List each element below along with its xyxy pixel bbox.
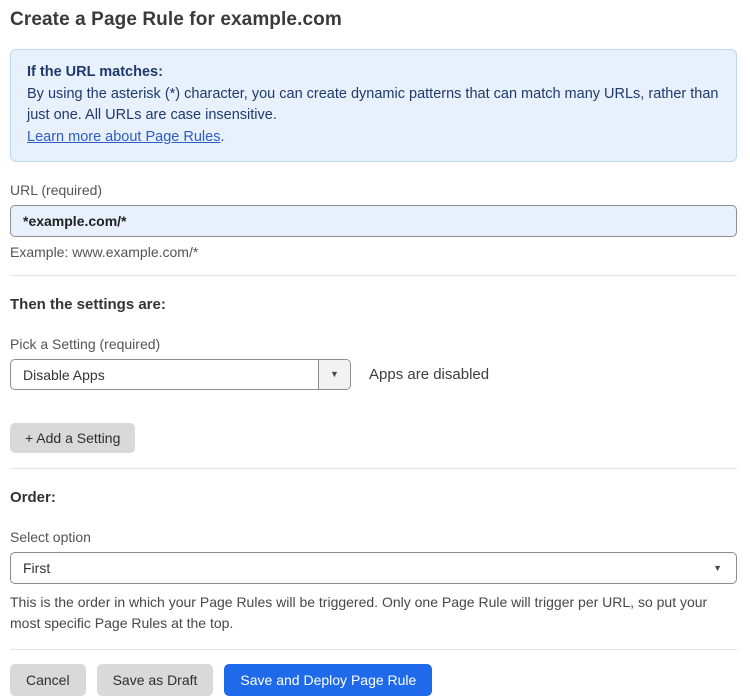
setting-picker-label: Pick a Setting (required) [10, 336, 161, 352]
cancel-button[interactable]: Cancel [10, 664, 86, 696]
order-help-text: This is the order in which your Page Rul… [10, 594, 708, 631]
chevron-down-icon: ▼ [713, 562, 722, 573]
footer-actions: Cancel Save as Draft Save and Deploy Pag… [10, 664, 737, 696]
setting-dropdown-open-button[interactable]: ▼ [318, 360, 350, 389]
chevron-down-icon: ▼ [330, 369, 339, 379]
url-input[interactable] [10, 205, 737, 237]
settings-section-heading: Then the settings are: [10, 296, 166, 313]
setting-dropdown[interactable]: Disable Apps ▼ [10, 359, 351, 390]
setting-dropdown-value: Disable Apps [23, 366, 105, 383]
info-box-link-line: Learn more about Page Rules. [27, 127, 720, 149]
order-select[interactable]: First ▼ [10, 552, 737, 584]
info-box-body: By using the asterisk (*) character, you… [27, 85, 719, 124]
order-select-value: First [23, 560, 51, 576]
section-divider [10, 275, 737, 276]
url-example-hint: Example: www.example.com/* [10, 244, 199, 260]
info-box-heading: If the URL matches: [27, 64, 163, 80]
section-divider [10, 468, 737, 469]
link-suffix: . [220, 128, 225, 145]
learn-more-link[interactable]: Learn more about Page Rules [27, 129, 220, 145]
order-section-heading: Order: [10, 489, 56, 506]
setting-status-text: Apps are disabled [369, 366, 490, 383]
url-field-label: URL (required) [10, 182, 103, 198]
setting-picker-row: Disable Apps ▼ Apps are disabled [10, 359, 737, 390]
footer-divider [10, 649, 737, 650]
url-match-info-box: If the URL matches: By using the asteris… [10, 49, 737, 162]
add-setting-button[interactable]: + Add a Setting [10, 423, 136, 453]
create-page-rule-panel: Create a Page Rule for example.com If th… [0, 0, 750, 696]
page-title: Create a Page Rule for example.com [10, 9, 342, 30]
order-select-label: Select option [10, 529, 91, 545]
save-as-draft-button[interactable]: Save as Draft [96, 664, 214, 696]
save-and-deploy-button[interactable]: Save and Deploy Page Rule [224, 664, 433, 696]
